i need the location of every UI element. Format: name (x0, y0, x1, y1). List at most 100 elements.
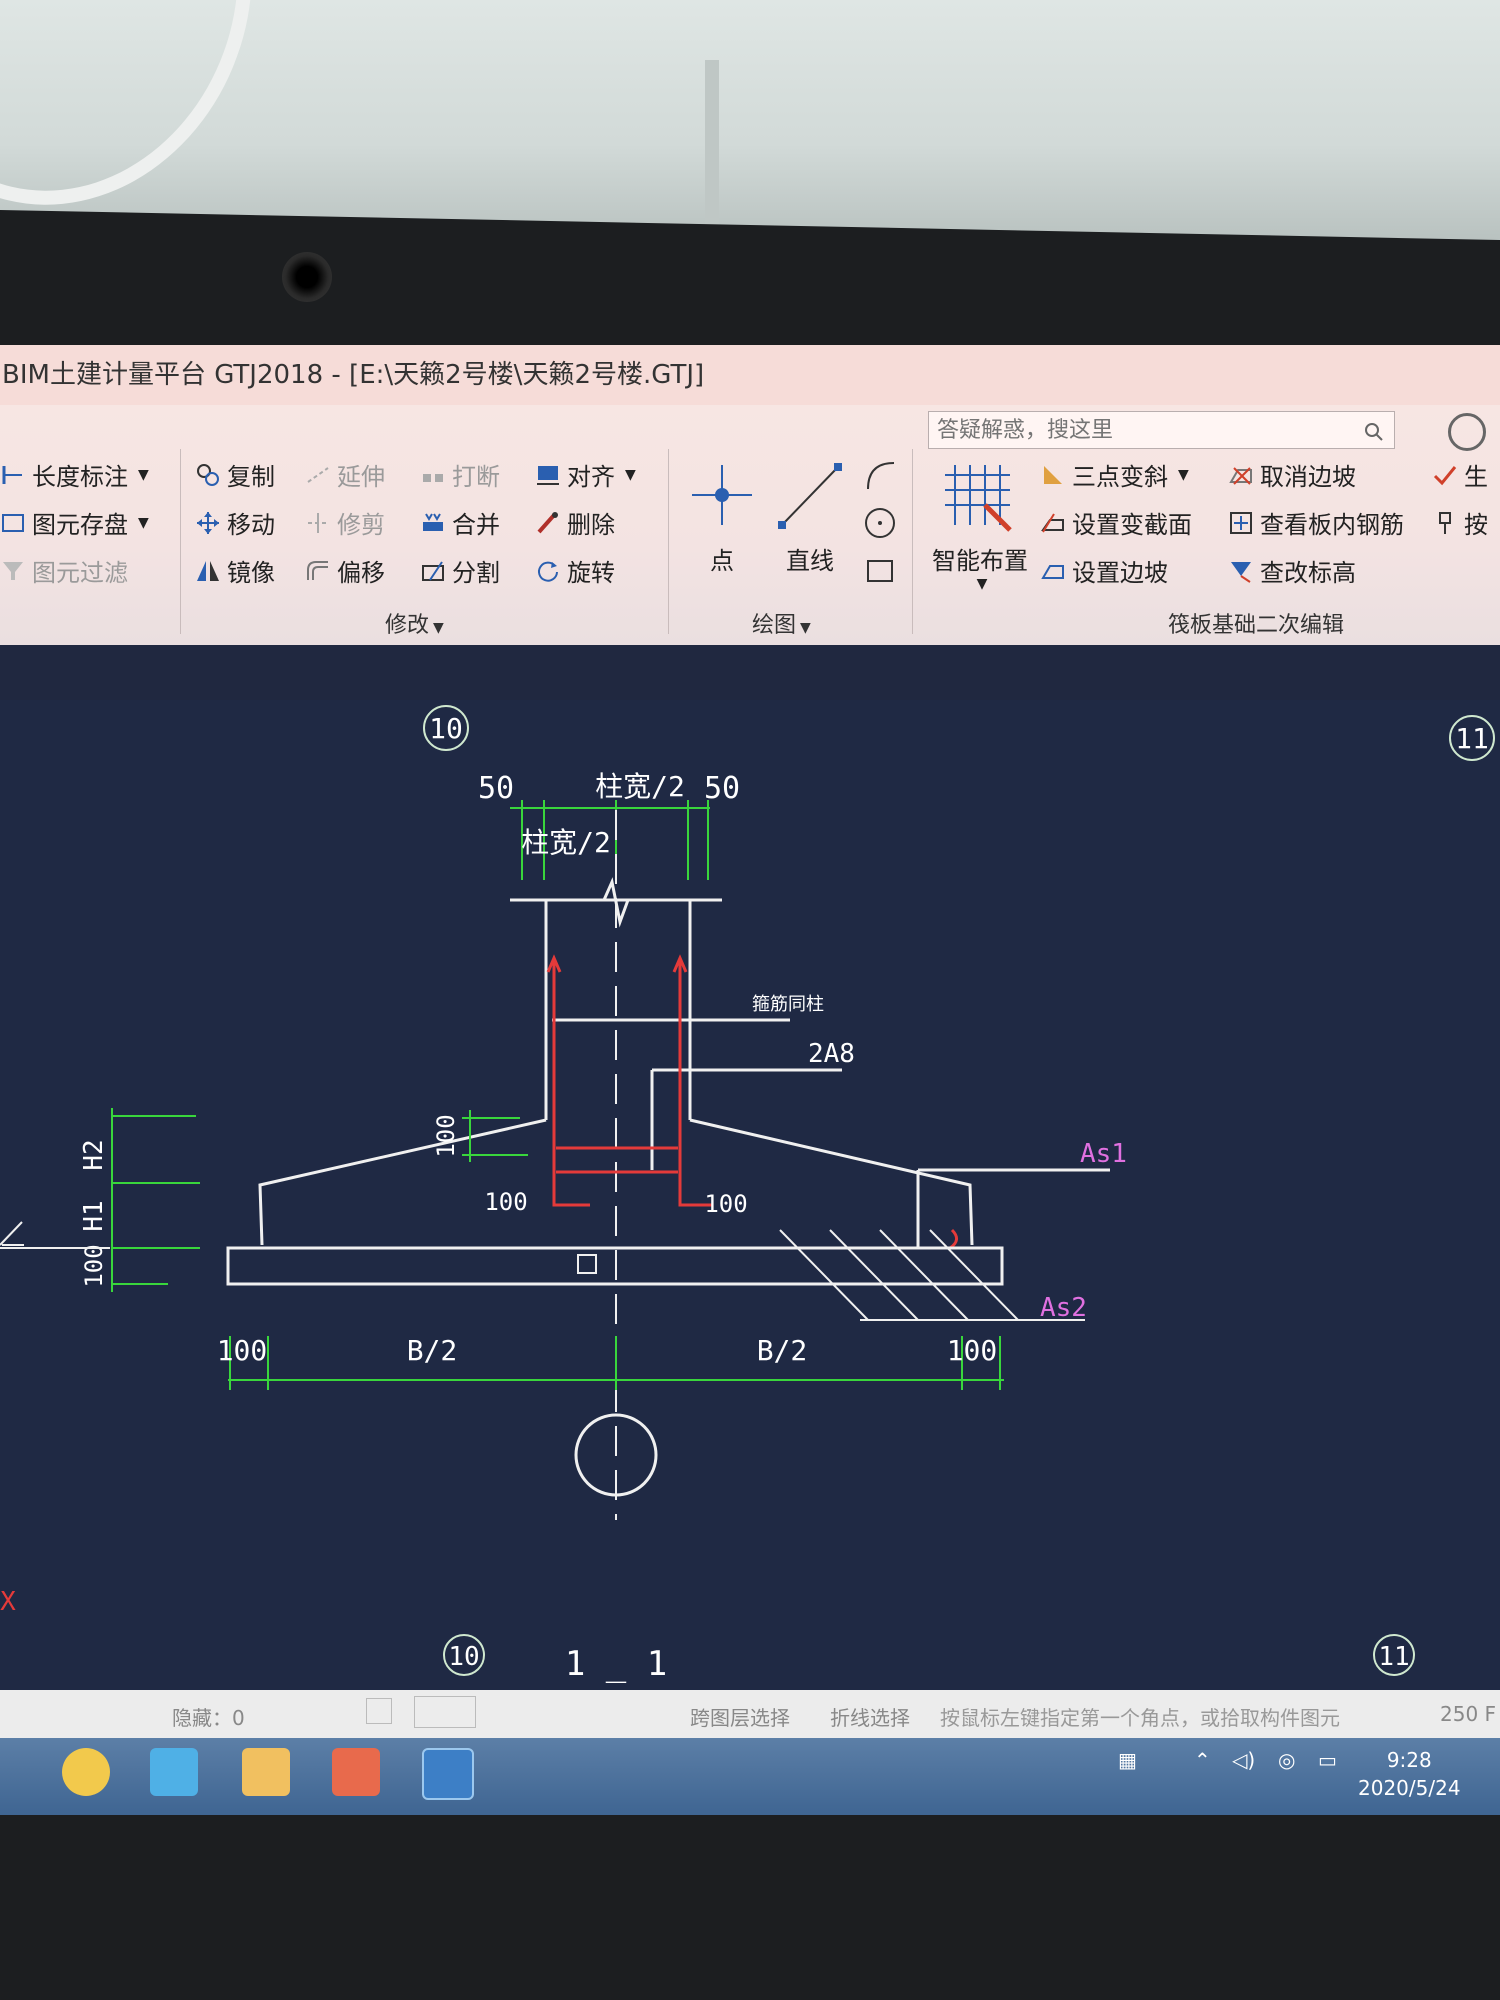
ribbon: 长度标注 ▼ 图元存盘 ▼ 图元过滤 复制 延伸 打断 对齐 ▼ (0, 405, 1500, 645)
user-avatar-icon[interactable] (1448, 413, 1486, 451)
tray-chevron-icon[interactable]: ⌃ (1194, 1748, 1211, 1772)
axis-bubble-10-top[interactable]: 10 (423, 705, 469, 751)
rectangle-icon (867, 560, 893, 582)
dimension-button[interactable]: 长度标注 ▼ (0, 457, 149, 492)
window-title: BIM土建计量平台 GTJ2018 - [E:\天籁2号楼\天籁2号楼.GTJ] (2, 360, 705, 390)
align-button[interactable]: 对齐 ▼ (535, 457, 636, 492)
save-element-button[interactable]: 图元存盘 ▼ (0, 505, 149, 540)
break-icon (420, 462, 446, 488)
generate-button[interactable]: 生 (1432, 457, 1488, 492)
break-label: 打断 (452, 463, 500, 491)
copy-button[interactable]: 复制 (195, 457, 275, 492)
search-input[interactable] (929, 412, 1339, 448)
extend-label: 延伸 (337, 463, 385, 491)
screen: BIM土建计量平台 GTJ2018 - [E:\天籁2号楼\天籁2号楼.GTJ]… (0, 345, 1500, 1815)
left-dimension-lines (111, 1108, 528, 1292)
star-app-icon[interactable] (62, 1748, 110, 1796)
edit-elevation-label: 查改标高 (1260, 559, 1356, 587)
trim-button[interactable]: 修剪 (305, 505, 385, 540)
circle-icon (865, 508, 895, 538)
dropdown-arrow-icon: ▼ (433, 620, 444, 636)
modify-group-label[interactable]: 修改 ▼ (385, 607, 444, 639)
filter-button[interactable]: 图元过滤 (0, 553, 128, 588)
draw-circle-button[interactable] (860, 503, 900, 549)
ribbon-separator (180, 449, 181, 634)
axis-label: 10 (448, 1642, 479, 1672)
clock[interactable]: 9:28 2020/5/24 (1358, 1746, 1461, 1802)
fps-readout: 250 F (1440, 1702, 1497, 1726)
polyline-select-button[interactable]: 折线选择 (830, 1702, 910, 1731)
axis-bubble-11-top[interactable]: 11 (1449, 715, 1495, 761)
search-box[interactable] (928, 411, 1395, 449)
folder-icon[interactable] (242, 1748, 290, 1796)
axis-label: 11 (1378, 1642, 1409, 1672)
extend-button[interactable]: 延伸 (305, 457, 385, 492)
dim-label: 50 (704, 771, 740, 806)
three-point-slope-button[interactable]: 三点变斜 ▼ (1040, 457, 1189, 492)
select-mode-icon[interactable] (414, 1696, 476, 1728)
line-button[interactable]: 直线 (770, 455, 850, 576)
by-icon (1432, 510, 1458, 536)
filter-label: 图元过滤 (32, 559, 128, 587)
point-button[interactable]: 点 (682, 455, 762, 576)
dropdown-arrow-icon: ▼ (625, 466, 636, 483)
merge-label: 合并 (452, 511, 500, 539)
cross-layer-select-button[interactable]: 跨图层选择 (690, 1702, 790, 1731)
column-rebar (268, 954, 958, 1250)
move-label: 移动 (227, 511, 275, 539)
dropdown-arrow-icon: ▼ (976, 576, 988, 592)
ribbon-separator (912, 449, 913, 634)
battery-icon[interactable]: ▭ (1318, 1748, 1337, 1772)
offset-button[interactable]: 偏移 (305, 553, 385, 588)
arc-icon (867, 462, 895, 490)
offset-icon (305, 558, 331, 584)
cad-app-icon[interactable] (422, 1748, 474, 1800)
draw-rect-button[interactable] (860, 551, 900, 597)
smart-layout-button[interactable]: 智能布置 ▼ (925, 455, 1035, 592)
raft-group-label: 筏板基础二次编辑 (1168, 607, 1344, 639)
keyboard-icon[interactable]: ▦ (1118, 1748, 1137, 1772)
delete-button[interactable]: 删除 (535, 505, 615, 540)
volume-icon[interactable]: ◁) (1232, 1748, 1255, 1772)
network-icon[interactable]: ◎ (1278, 1748, 1295, 1772)
rotate-label: 旋转 (567, 559, 615, 587)
set-section-label: 设置变截面 (1072, 511, 1192, 539)
set-slope-button[interactable]: 设置边坡 (1040, 553, 1168, 588)
dim-label: 50 (478, 771, 514, 806)
dim-label: 柱宽/2 (521, 826, 611, 859)
edit-elevation-button[interactable]: 查改标高 (1228, 553, 1356, 588)
dim-label: 100 (947, 1334, 998, 1367)
title-bar: BIM土建计量平台 GTJ2018 - [E:\天籁2号楼\天籁2号楼.GTJ] (0, 345, 1500, 405)
mirror-label: 镜像 (227, 559, 275, 587)
break-button[interactable]: 打断 (420, 457, 500, 492)
ucs-x-marker: X (0, 1587, 16, 1617)
view-rebar-label: 查看板内钢筋 (1260, 511, 1404, 539)
set-section-button[interactable]: 设置变截面 (1040, 505, 1192, 540)
clock-time: 9:28 (1386, 1748, 1432, 1772)
merge-button[interactable]: 合并 (420, 505, 500, 540)
red-app-icon[interactable] (332, 1748, 380, 1796)
view-rebar-button[interactable]: 查看板内钢筋 (1228, 505, 1404, 540)
dropdown-arrow-icon: ▼ (1178, 466, 1189, 483)
section-title: 1 _ 1 (565, 1644, 667, 1684)
trim-label: 修剪 (337, 511, 385, 539)
search-icon[interactable] (1364, 420, 1384, 448)
draw-arc-button[interactable] (860, 455, 900, 501)
rotate-button[interactable]: 旋转 (535, 553, 615, 588)
t-app-icon[interactable] (150, 1748, 198, 1796)
cancel-slope-button[interactable]: 取消边坡 (1228, 457, 1356, 492)
footing-section-drawing: 10 11 50 柱宽/2 50 柱宽/2 H2 H1 100 100 100 … (0, 705, 1495, 1684)
by-button[interactable]: 按 (1432, 505, 1488, 540)
column-outline (258, 877, 1110, 1248)
copy-icon (195, 462, 221, 488)
draw-group-label[interactable]: 绘图 ▼ (752, 607, 811, 639)
wall-edge (705, 60, 719, 230)
ribbon-separator (668, 449, 669, 634)
dimension-icon (0, 462, 26, 488)
split-button[interactable]: 分割 (420, 553, 500, 588)
drawing-canvas[interactable]: 10 11 50 柱宽/2 50 柱宽/2 H2 H1 100 100 100 … (0, 700, 1500, 1690)
split-icon (420, 558, 446, 584)
ucs-toggle-icon[interactable] (366, 1698, 392, 1724)
mirror-button[interactable]: 镜像 (195, 553, 275, 588)
move-button[interactable]: 移动 (195, 505, 275, 540)
